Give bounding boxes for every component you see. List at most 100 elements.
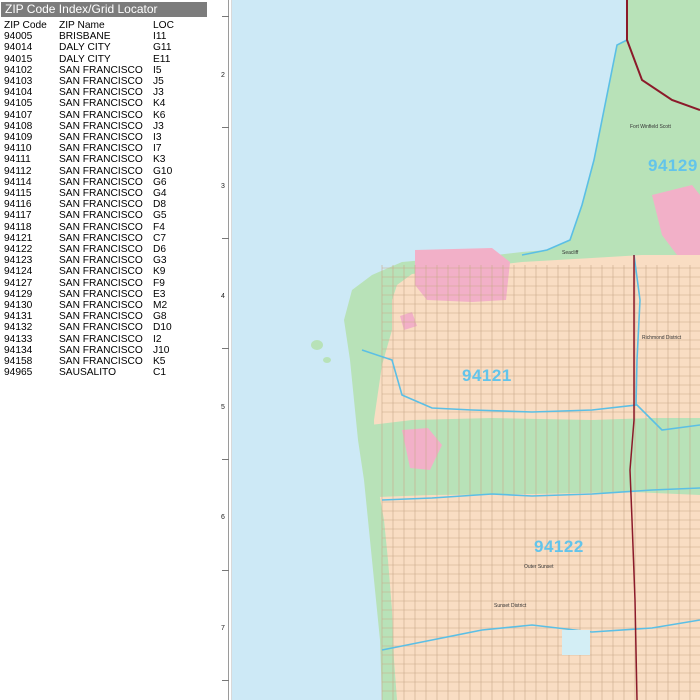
index-name-cell: SAN FRANCISCO [59, 344, 143, 356]
map-area[interactable]: 94121 94122 94129 Fort Winfield Scott Se… [232, 0, 700, 700]
index-loc-cell: J3 [153, 120, 164, 132]
index-row: 94109 SAN FRANCISCO I3 [4, 132, 193, 143]
index-loc-cell: G10 [153, 165, 173, 177]
index-loc-cell: K4 [153, 98, 166, 110]
index-name-cell: SAN FRANCISCO [59, 165, 143, 177]
index-name-cell: SAN FRANCISCO [59, 244, 143, 256]
index-row: 94131 SAN FRANCISCO G8 [4, 311, 193, 322]
index-row: 94123 SAN FRANCISCO G3 [4, 255, 193, 266]
index-loc-cell: G5 [153, 210, 167, 222]
index-row: 94107 SAN FRANCISCO K6 [4, 110, 193, 121]
index-zip-cell: 94005 [4, 31, 33, 43]
grid-tick [222, 680, 229, 681]
index-name-cell: SAN FRANCISCO [59, 143, 143, 155]
index-loc-cell: F9 [153, 277, 165, 289]
index-zip-cell: 94121 [4, 232, 33, 244]
index-loc-cell: K9 [153, 266, 166, 278]
index-name-cell: SAUSALITO [59, 367, 116, 379]
index-row: 94965 SAUSALITO C1 [4, 367, 193, 378]
index-zip-cell: 94102 [4, 64, 33, 76]
index-loc-cell: J5 [153, 76, 164, 88]
index-row: 94122 SAN FRANCISCO D6 [4, 244, 193, 255]
index-name-cell: BRISBANE [59, 31, 111, 43]
index-loc-cell: D10 [153, 322, 172, 334]
index-row: 94121 SAN FRANCISCO C7 [4, 233, 193, 244]
index-row: 94102 SAN FRANCISCO I5 [4, 65, 193, 76]
place-label-seacliff: Seacliff [562, 250, 579, 256]
index-zip-cell: 94015 [4, 53, 33, 65]
index-row: 94118 SAN FRANCISCO F4 [4, 222, 193, 233]
grid-row-label: 4 [221, 293, 225, 300]
index-name-cell: SAN FRANCISCO [59, 255, 143, 267]
index-name-cell: SAN FRANCISCO [59, 322, 143, 334]
index-name-cell: DALY CITY [59, 53, 111, 65]
grid-row-label: 3 [221, 183, 225, 190]
index-loc-cell: E3 [153, 288, 166, 300]
index-name-cell: SAN FRANCISCO [59, 120, 143, 132]
index-zip-cell: 94108 [4, 120, 33, 132]
index-row: 94104 SAN FRANCISCO J3 [4, 87, 193, 98]
blue-pond [562, 630, 590, 655]
index-row: 94130 SAN FRANCISCO M2 [4, 300, 193, 311]
index-name-cell: SAN FRANCISCO [59, 176, 143, 188]
index-name-cell: SAN FRANCISCO [59, 232, 143, 244]
index-zip-cell: 94118 [4, 221, 32, 233]
zip-label-94121: 94121 [462, 366, 512, 385]
grid-tick [222, 127, 229, 128]
index-zip-cell: 94110 [4, 143, 32, 155]
index-zip-cell: 94112 [4, 165, 32, 177]
index-zip-cell: 94109 [4, 132, 33, 144]
index-loc-cell: F4 [153, 221, 165, 233]
index-zip-cell: 94134 [4, 344, 33, 356]
grid-tick [222, 348, 229, 349]
index-zip-cell: 94133 [4, 333, 33, 345]
index-zip-cell: 94107 [4, 109, 33, 121]
index-loc-cell: K6 [153, 109, 166, 121]
grid-row-label: 5 [221, 404, 225, 411]
index-row: 94103 SAN FRANCISCO J5 [4, 76, 193, 87]
index-loc-cell: J10 [153, 344, 170, 356]
index-loc-cell: G4 [153, 188, 167, 200]
index-row: 94134 SAN FRANCISCO J10 [4, 345, 193, 356]
index-loc-cell: C7 [153, 232, 167, 244]
index-loc-cell: D6 [153, 244, 167, 256]
grid-row-label: 2 [221, 72, 225, 79]
index-loc-cell: J3 [153, 87, 164, 99]
place-label-fort-winfield-scott: Fort Winfield Scott [630, 124, 671, 130]
index-row: 94129 SAN FRANCISCO E3 [4, 289, 193, 300]
index-loc-cell: I5 [153, 64, 162, 76]
index-row: 94114 SAN FRANCISCO G6 [4, 177, 193, 188]
index-row: 94158 SAN FRANCISCO K5 [4, 356, 193, 367]
index-name-cell: SAN FRANCISCO [59, 277, 143, 289]
index-name-cell: SAN FRANCISCO [59, 199, 143, 211]
grid-ruler: 2 3 4 5 6 7 [210, 0, 235, 700]
index-name-cell: SAN FRANCISCO [59, 288, 143, 300]
index-name-cell: SAN FRANCISCO [59, 64, 143, 76]
index-zip-cell: 94105 [4, 98, 33, 110]
index-zip-cell: 94132 [4, 322, 33, 334]
index-name-cell: SAN FRANCISCO [59, 188, 143, 200]
index-name-cell: SAN FRANCISCO [59, 311, 143, 323]
index-row: 94108 SAN FRANCISCO J3 [4, 121, 193, 132]
index-loc-cell: G6 [153, 176, 167, 188]
index-loc-cell: K3 [153, 154, 166, 166]
index-row: 94132 SAN FRANCISCO D10 [4, 322, 193, 333]
index-zip-cell: 94129 [4, 288, 33, 300]
index-zip-cell: 94117 [4, 210, 32, 222]
index-row: 94124 SAN FRANCISCO K9 [4, 266, 193, 277]
place-label-outer-sunset: Outer Sunset [524, 564, 554, 570]
index-row: 94133 SAN FRANCISCO I2 [4, 334, 193, 345]
index-name-cell: SAN FRANCISCO [59, 333, 143, 345]
index-zip-cell: 94114 [4, 176, 32, 188]
index-zip-cell: 94122 [4, 244, 33, 256]
index-loc-cell: I7 [153, 143, 162, 155]
header-loc: LOC [153, 20, 174, 31]
grid-tick [222, 238, 229, 239]
index-title: ZIP Code Index/Grid Locator [1, 2, 207, 17]
index-zip-cell: 94131 [4, 311, 33, 323]
index-row: 94115 SAN FRANCISCO G4 [4, 188, 193, 199]
index-row: 94117 SAN FRANCISCO G5 [4, 210, 193, 221]
seal-rocks [311, 340, 323, 350]
index-loc-cell: E11 [153, 53, 171, 65]
index-zip-cell: 94103 [4, 76, 33, 88]
